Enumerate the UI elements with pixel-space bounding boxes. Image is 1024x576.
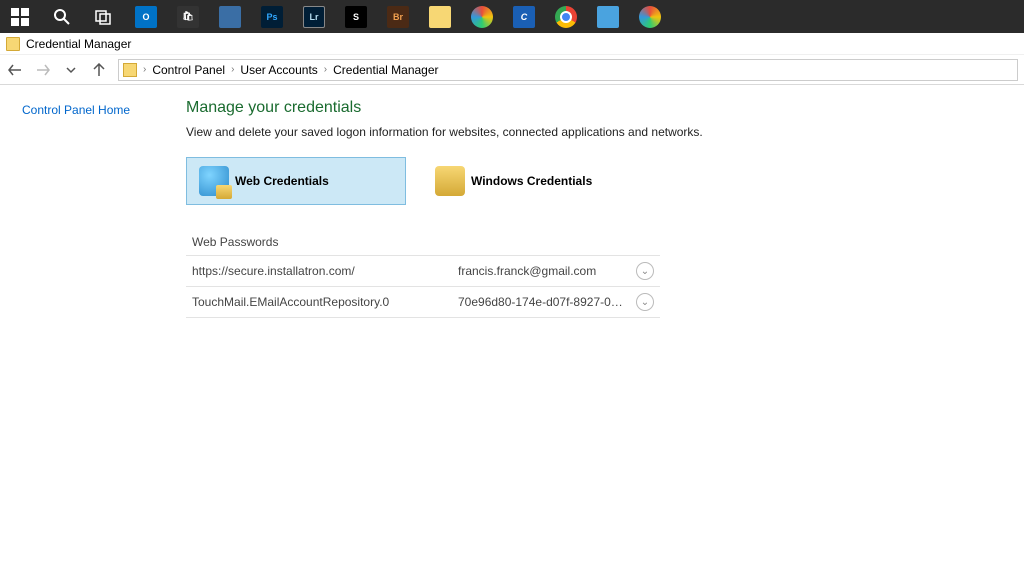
- task-view-icon[interactable]: [90, 3, 118, 31]
- taskbar-app-outlook[interactable]: O: [132, 3, 160, 31]
- start-button[interactable]: [6, 3, 34, 31]
- taskbar: O 🛍 Ps Lr S Br C: [0, 0, 1024, 33]
- taskbar-app-picasa1[interactable]: [468, 3, 496, 31]
- expand-icon[interactable]: ⌄: [636, 262, 654, 280]
- control-panel-home-link[interactable]: Control Panel Home: [22, 103, 130, 117]
- chevron-right-icon: ›: [231, 64, 234, 75]
- credential-type-tabs: Web Credentials Windows Credentials: [186, 157, 1004, 205]
- forward-button[interactable]: [34, 61, 52, 79]
- section-title: Web Passwords: [192, 235, 1004, 249]
- search-icon[interactable]: [48, 3, 76, 31]
- web-credentials-tab[interactable]: Web Credentials: [186, 157, 406, 205]
- taskbar-app-photoshop[interactable]: Ps: [258, 3, 286, 31]
- taskbar-app-ccleaner[interactable]: C: [510, 3, 538, 31]
- credential-site: TouchMail.EMailAccountRepository.0: [192, 295, 458, 309]
- windows-credentials-tab[interactable]: Windows Credentials: [422, 157, 642, 205]
- taskbar-app-photos[interactable]: [216, 3, 244, 31]
- globe-icon: [199, 166, 229, 196]
- content-area: Control Panel Home Manage your credentia…: [0, 85, 1024, 576]
- window-titlebar: Credential Manager: [0, 33, 1024, 55]
- sidebar: Control Panel Home: [0, 85, 180, 576]
- taskbar-app-chrome[interactable]: [552, 3, 580, 31]
- page-heading: Manage your credentials: [186, 99, 1004, 117]
- recent-dropdown[interactable]: [62, 61, 80, 79]
- tab-label: Windows Credentials: [471, 174, 592, 188]
- credential-row[interactable]: TouchMail.EMailAccountRepository.0 70e96…: [186, 286, 660, 318]
- breadcrumb-item[interactable]: Control Panel: [152, 63, 225, 77]
- taskbar-app-card[interactable]: [594, 3, 622, 31]
- control-panel-icon: [123, 63, 137, 77]
- tab-label: Web Credentials: [235, 174, 329, 188]
- credential-user: francis.franck@gmail.com: [458, 264, 628, 278]
- credential-site: https://secure.installatron.com/: [192, 264, 458, 278]
- taskbar-app-store[interactable]: 🛍: [174, 3, 202, 31]
- taskbar-app-explorer[interactable]: [426, 3, 454, 31]
- expand-icon[interactable]: ⌄: [636, 293, 654, 311]
- address-bar: › Control Panel › User Accounts › Creden…: [0, 55, 1024, 85]
- taskbar-app-bridge[interactable]: Br: [384, 3, 412, 31]
- vault-icon: [435, 166, 465, 196]
- taskbar-app-sonos[interactable]: S: [342, 3, 370, 31]
- main-panel: Manage your credentials View and delete …: [180, 85, 1024, 576]
- page-subtext: View and delete your saved logon informa…: [186, 125, 1004, 139]
- credential-list: https://secure.installatron.com/ francis…: [186, 255, 660, 318]
- taskbar-app-picasa2[interactable]: [636, 3, 664, 31]
- window-title: Credential Manager: [26, 37, 131, 51]
- credential-manager-icon: [6, 37, 20, 51]
- breadcrumb-item[interactable]: Credential Manager: [333, 63, 438, 77]
- back-button[interactable]: [6, 61, 24, 79]
- breadcrumb-item[interactable]: User Accounts: [240, 63, 317, 77]
- breadcrumb[interactable]: › Control Panel › User Accounts › Creden…: [118, 59, 1018, 81]
- chevron-right-icon: ›: [324, 64, 327, 75]
- credential-row[interactable]: https://secure.installatron.com/ francis…: [186, 255, 660, 286]
- credential-user: 70e96d80-174e-d07f-8927-0e3f20e...: [458, 295, 628, 309]
- chevron-right-icon: ›: [143, 64, 146, 75]
- up-button[interactable]: [90, 61, 108, 79]
- taskbar-app-lightroom[interactable]: Lr: [300, 3, 328, 31]
